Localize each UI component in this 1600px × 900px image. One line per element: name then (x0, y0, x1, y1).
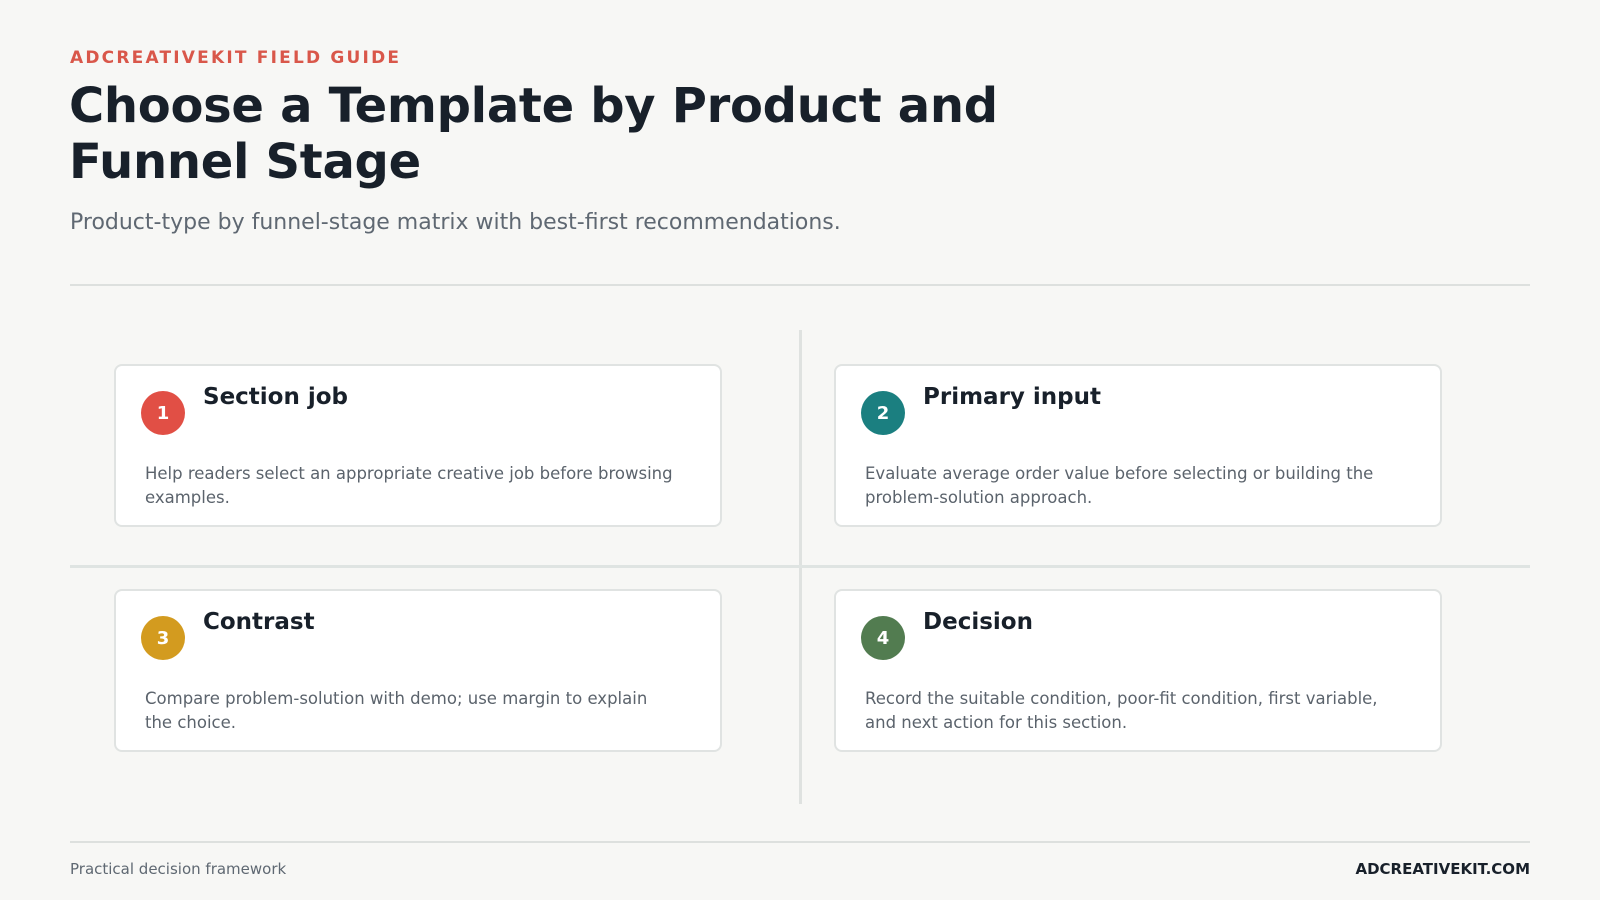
card-decision: 4 Decision Record the suitable condition… (834, 589, 1442, 752)
bottom-divider (70, 841, 1530, 843)
card-primary-input: 2 Primary input Evaluate average order v… (834, 364, 1442, 527)
card-body: Compare problem-solution with demo; use … (145, 689, 648, 732)
matrix-horizontal-divider (70, 565, 1530, 568)
card-title: Contrast (203, 609, 315, 635)
step-badge-1: 1 (141, 391, 185, 435)
page-title: Choose a Template by Product and Funnel … (69, 78, 998, 190)
page-subtitle: Product-type by funnel-stage matrix with… (70, 210, 841, 235)
step-badge-4: 4 (861, 616, 905, 660)
step-badge-2: 2 (861, 391, 905, 435)
eyebrow-label: ADCREATIVEKIT FIELD GUIDE (70, 48, 402, 68)
step-badge-3: 3 (141, 616, 185, 660)
card-body: Record the suitable condition, poor-fit … (865, 689, 1378, 732)
card-section-job: 1 Section job Help readers select an app… (114, 364, 722, 527)
footer-tagline: Practical decision framework (70, 860, 287, 878)
card-body: Help readers select an appropriate creat… (145, 464, 673, 507)
card-contrast: 3 Contrast Compare problem-solution with… (114, 589, 722, 752)
card-title: Decision (923, 609, 1033, 635)
card-title: Section job (203, 384, 349, 410)
top-divider (70, 284, 1530, 286)
footer-site-link[interactable]: ADCREATIVEKIT.COM (1355, 860, 1530, 878)
card-body: Evaluate average order value before sele… (865, 464, 1374, 507)
card-title: Primary input (923, 384, 1102, 410)
